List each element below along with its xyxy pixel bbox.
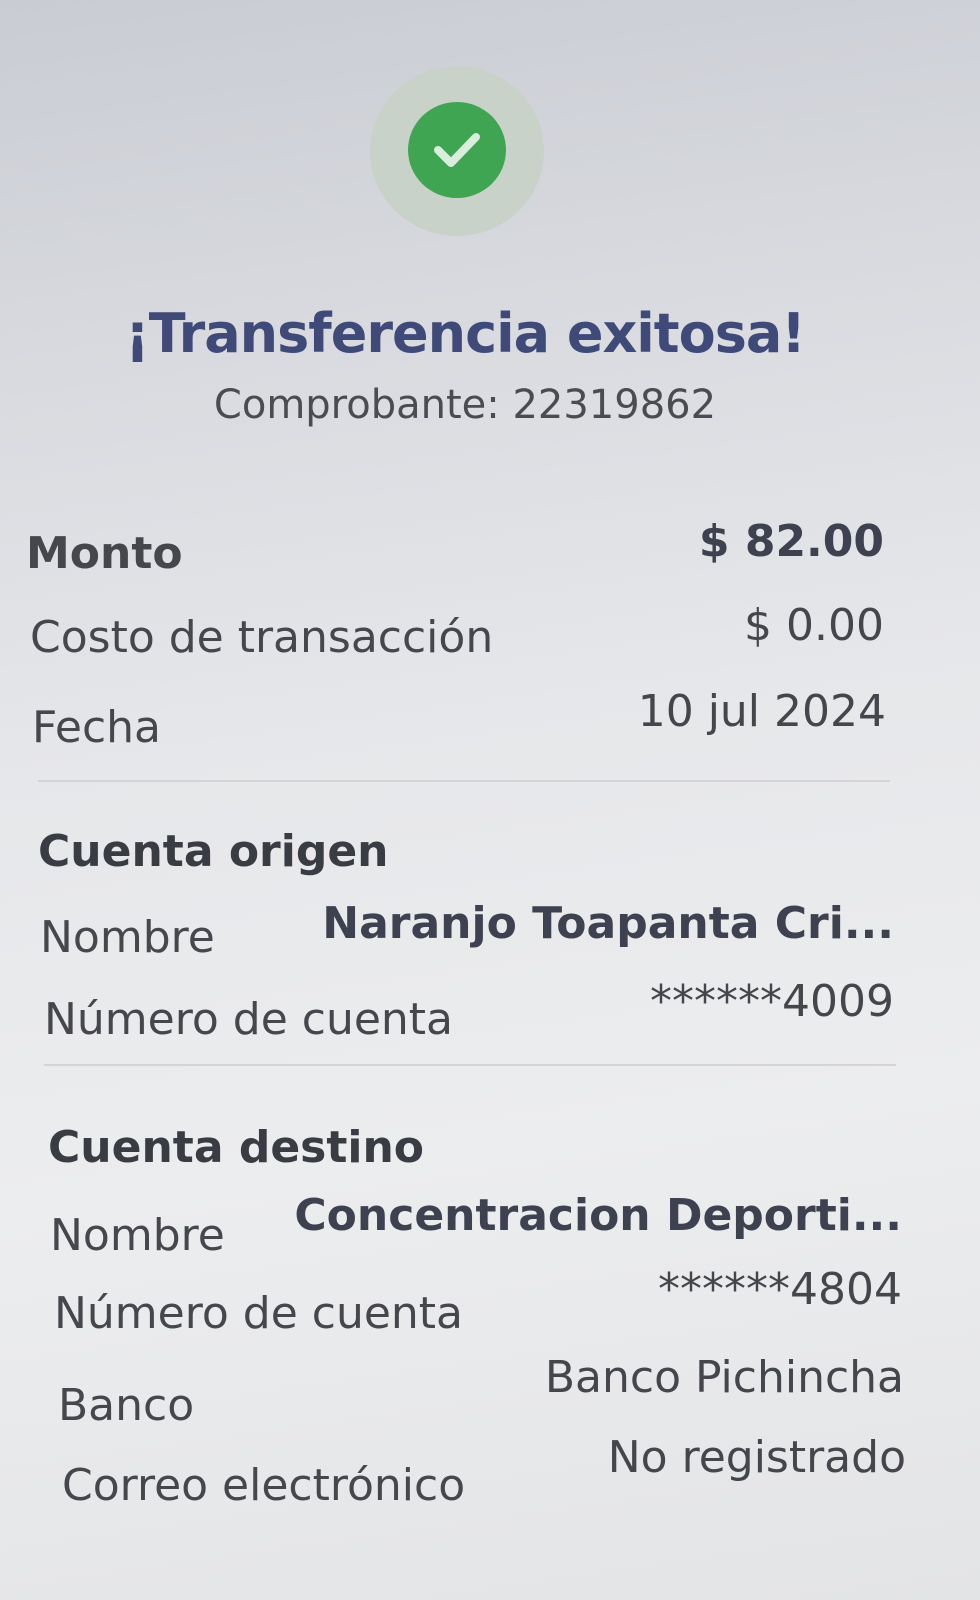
success-check-icon: [408, 102, 506, 198]
destination-account-title: Cuenta destino: [48, 1122, 425, 1173]
destination-name-label: Nombre: [50, 1210, 225, 1261]
origin-account-number-label: Número de cuenta: [44, 994, 453, 1045]
destination-account-number-label: Número de cuenta: [54, 1288, 463, 1339]
monto-label: Monto: [26, 528, 183, 579]
email-label: Correo electrónico: [62, 1460, 466, 1511]
email-value: No registrado: [607, 1432, 906, 1483]
divider: [38, 780, 890, 782]
fecha-value: 10 jul 2024: [637, 686, 886, 737]
checkmark-icon: [434, 133, 480, 167]
costo-value: $ 0.00: [744, 600, 884, 651]
origin-account-title: Cuenta origen: [38, 826, 389, 877]
monto-value: $ 82.00: [698, 516, 884, 567]
receipt-number: Comprobante: 22319862: [213, 382, 717, 428]
fecha-label: Fecha: [32, 702, 162, 753]
destination-name-value: Concentracion Deporti...: [294, 1190, 902, 1241]
page-title: ¡Transferencia exitosa!: [125, 302, 806, 365]
transfer-receipt-screen: ¡Transferencia exitosa! Comprobante: 223…: [0, 0, 980, 1600]
costo-label: Costo de transacción: [30, 612, 494, 663]
origin-account-number-value: ******4009: [650, 976, 894, 1027]
divider: [44, 1064, 896, 1066]
bank-label: Banco: [58, 1380, 195, 1431]
origin-name-label: Nombre: [40, 912, 215, 963]
origin-name-value: Naranjo Toapanta Cri...: [322, 898, 894, 949]
bank-value: Banco Pichincha: [544, 1352, 904, 1403]
destination-account-number-value: ******4804: [658, 1264, 902, 1315]
